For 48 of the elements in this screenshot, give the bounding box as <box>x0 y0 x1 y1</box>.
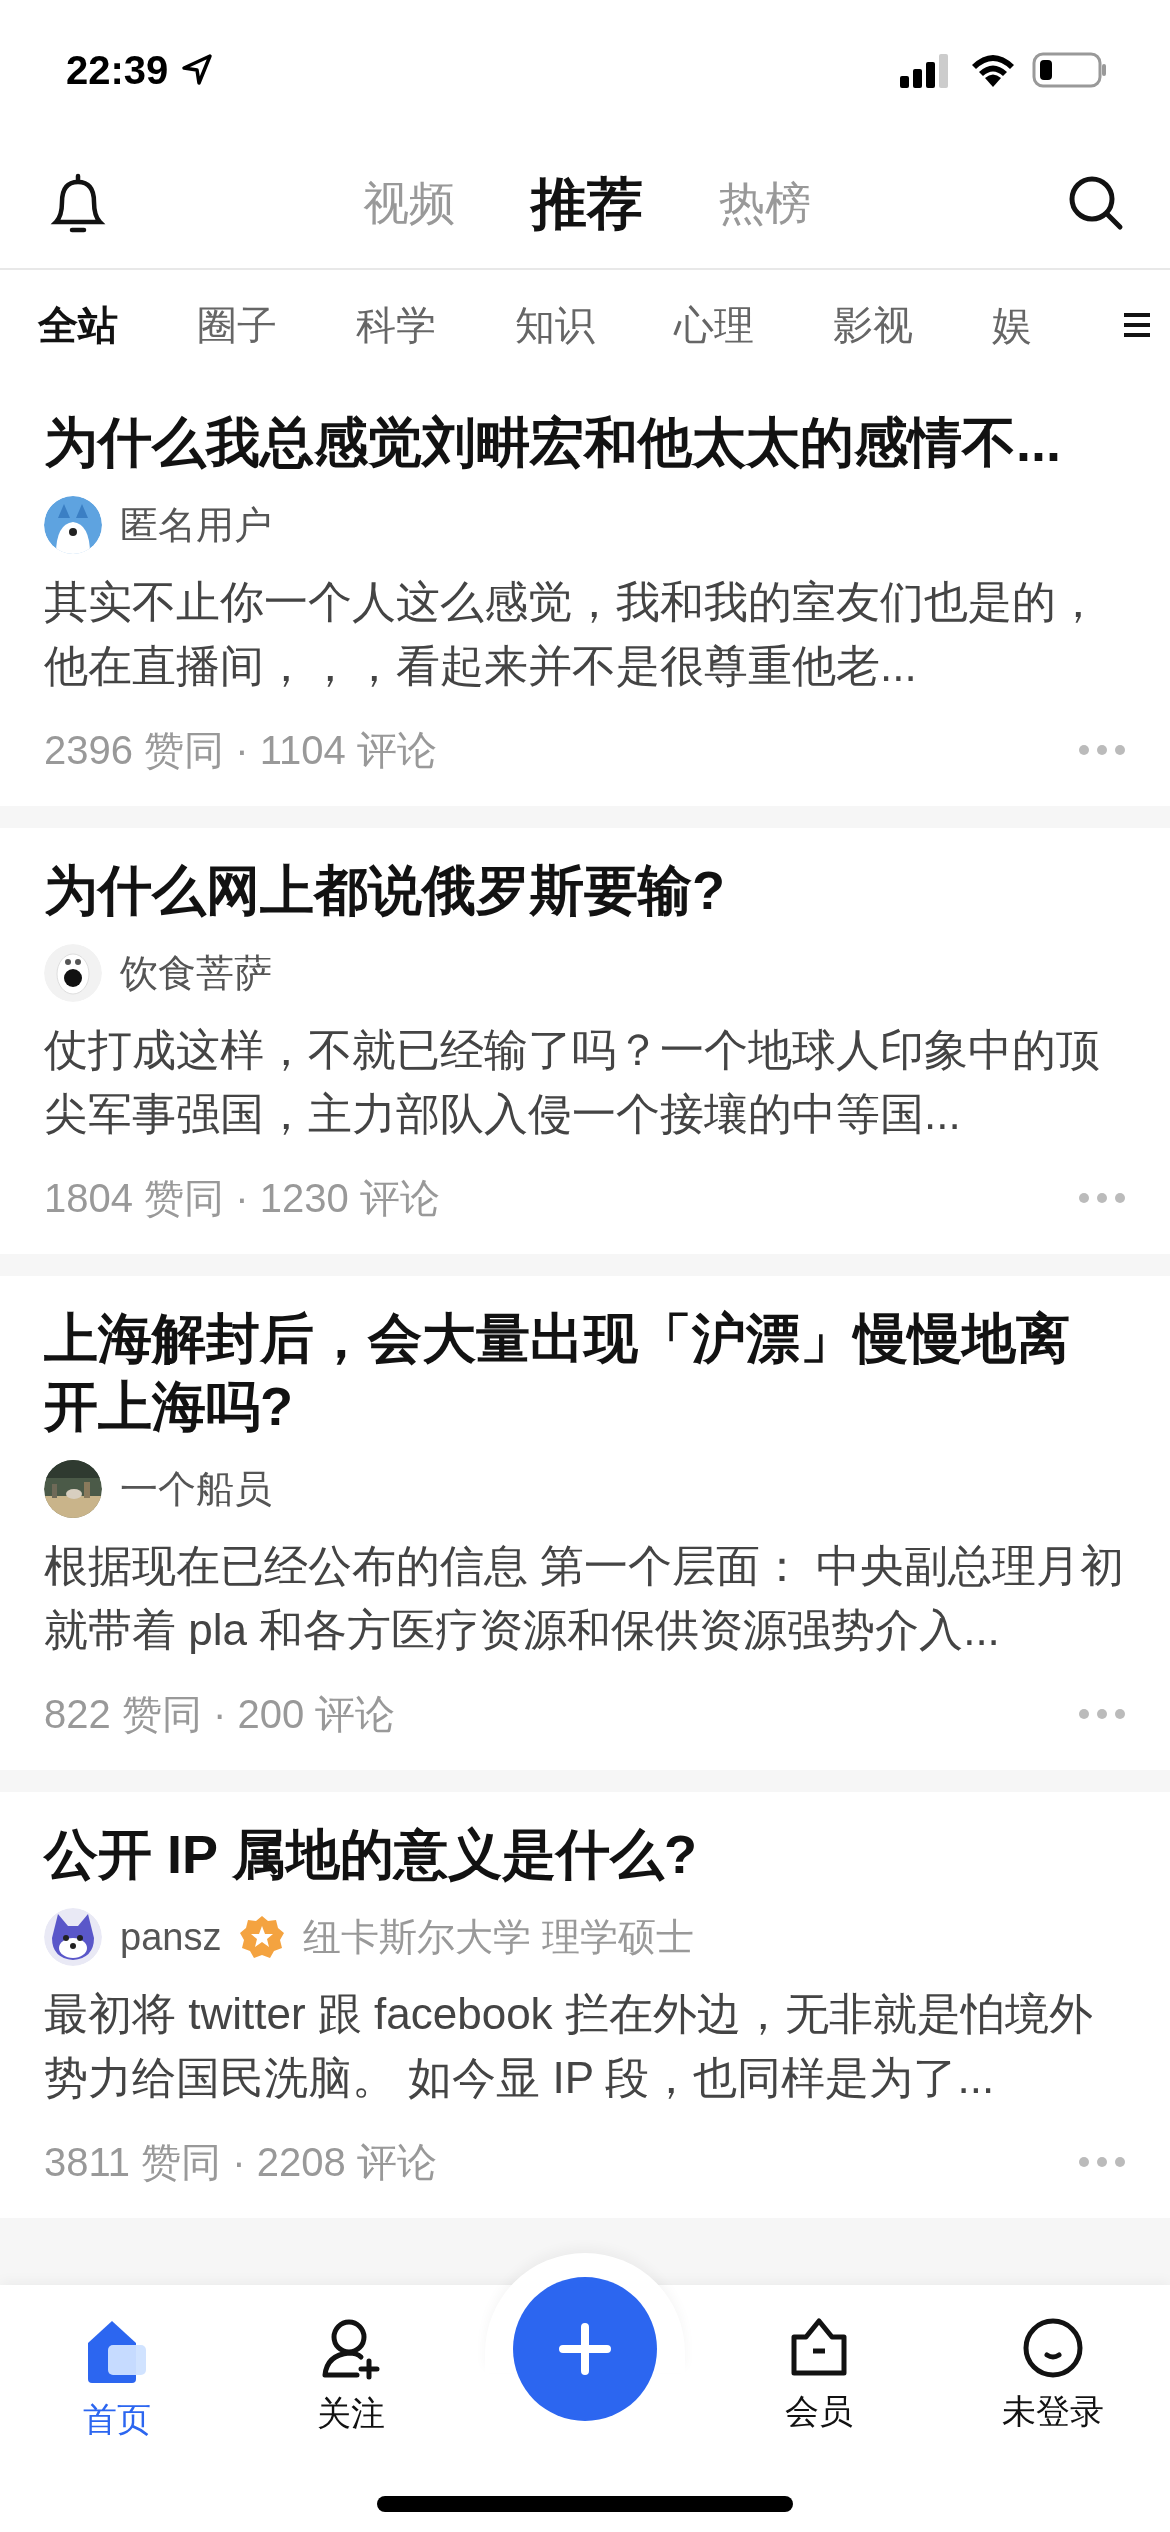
author-credential: 纽卡斯尔大学 理学硕士 <box>303 1914 694 1960</box>
category-tab[interactable]: 科学 <box>356 297 515 353</box>
category-tab[interactable]: 影视 <box>833 297 992 353</box>
more-icon <box>1078 1708 1126 1720</box>
question-title: 为什么网上都说俄罗斯要输? <box>44 859 726 922</box>
answer-stats: 3811 赞同 · 2208 评论 <box>44 2138 437 2186</box>
nav-tab[interactable]: 首页 <box>0 2285 234 2443</box>
crown-bag-icon <box>790 2317 848 2379</box>
author-name: pansz <box>120 1915 222 1959</box>
answer-excerpt: 根据现在已经公布的信息 第一个层面： 中央副总理月初就带着 pla 和各方医疗资源和保供资源强势介入... <box>44 1540 1126 1656</box>
feed-card[interactable]: 公开 IP 属地的意义是什么? pansz 纽卡斯尔大学 理学硕士 最初将 twitter 跟 facebook 拦在外边，无非就是怕境外势力给国民洗脑。 如今显 IP 段，也同样是为了... 3811 赞同 · 2208 评论 <box>0 1792 1170 2218</box>
location-arrow-icon <box>180 53 215 87</box>
search-icon <box>1068 174 1124 231</box>
answer-stats: 1804 赞同 · 1230 评论 <box>44 1174 440 1222</box>
feed-card[interactable]: 为什么网上都说俄罗斯要输? 饮食菩萨 仗打成这样，不就已经输了吗？一个地球人印象中的顶尖军事强国，主力部队入侵一个接壤的中等国... 1804 赞同 · 1230 评论 <box>0 828 1170 1254</box>
bell-icon <box>50 171 106 234</box>
nav-tab[interactable]: 会员 <box>702 2285 936 2435</box>
category-tab[interactable]: 娱 <box>992 297 1092 353</box>
feed-card[interactable]: 为什么我总感觉刘畊宏和他太太的感情不... 匿名用户 其实不止你一个人这么感觉，我和我的室友们也是的，他在直播间，，，看起来并不是很尊重他老... 2396 赞同 · 1104 评论 <box>0 380 1170 806</box>
category-tab[interactable]: 知识 <box>515 297 674 353</box>
author-name: 一个船员 <box>120 1466 272 1512</box>
author-name: 匿名用户 <box>120 502 272 548</box>
more-icon <box>1078 1192 1126 1204</box>
face-icon <box>1022 2317 1084 2379</box>
nav-tab[interactable]: 关注 <box>234 2285 468 2437</box>
category-tab[interactable]: 圈子 <box>197 297 356 353</box>
battery-icon <box>1032 51 1108 89</box>
feed-card[interactable]: 上海解封后，会大量出现「沪漂」慢慢地离开上海吗? 一个船员 根据现在已经公布的信息 第一个层面： 中央副总理月初就带着 pla 和各方医疗资源和保供资源强势介入... 822 赞同 · 200 评论 <box>0 1276 1170 1770</box>
answer-stats: 2396 赞同 · 1104 评论 <box>44 726 437 774</box>
category-tab[interactable]: 心理 <box>674 297 833 353</box>
menu-button[interactable] <box>1122 312 1152 338</box>
answer-excerpt: 最初将 twitter 跟 facebook 拦在外边，无非就是怕境外势力给国民洗脑。 如今显 IP 段，也同样是为了... <box>44 1988 1094 2104</box>
question-title: 上海解封后，会大量出现「沪漂」慢慢地离开上海吗? <box>44 1307 1071 1438</box>
question-title: 公开 IP 属地的意义是什么? <box>44 1823 699 1886</box>
author-name: 饮食菩萨 <box>120 950 272 996</box>
answer-stats: 822 赞同 · 200 评论 <box>44 1690 396 1738</box>
nav-tab[interactable]: 未登录 <box>936 2285 1170 2435</box>
question-title: 为什么我总感觉刘畊宏和他太太的感情不... <box>44 411 1062 474</box>
more-icon <box>1078 2156 1126 2168</box>
category-tab[interactable]: 全站 <box>38 297 197 353</box>
feed-tab[interactable]: 推荐 <box>515 170 659 238</box>
answer-excerpt: 其实不止你一个人这么感觉，我和我的室友们也是的，他在直播间，，，看起来并不是很尊重他老... <box>44 576 1101 692</box>
plus-icon <box>557 2321 613 2377</box>
answer-excerpt: 仗打成这样，不就已经输了吗？一个地球人印象中的顶尖军事强国，主力部队入侵一个接壤的中等国... <box>44 1024 1101 1140</box>
status-time: 22:39 <box>66 47 169 93</box>
menu-icon <box>1122 312 1152 338</box>
more-icon <box>1078 744 1126 756</box>
add-user-icon <box>321 2317 381 2381</box>
